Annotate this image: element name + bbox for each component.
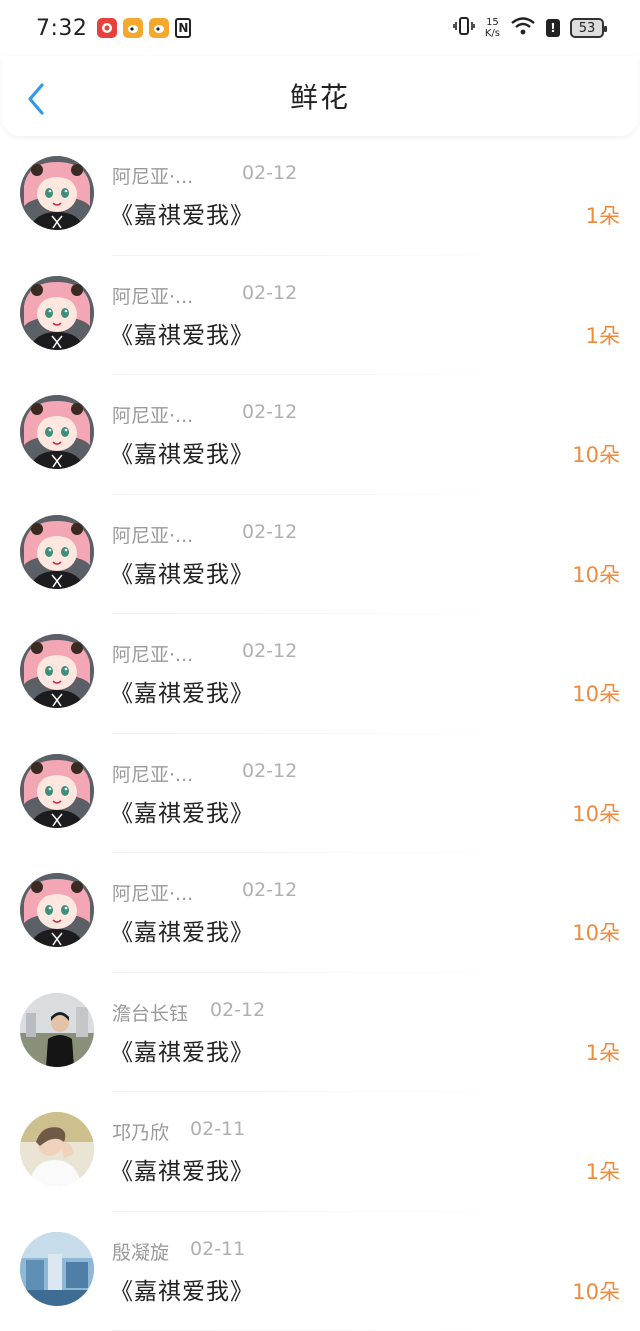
battery-level: 53: [579, 21, 596, 36]
chevron-left-icon: [24, 82, 48, 116]
list-item[interactable]: 阿尼亚·...02-12 《嘉祺爱我》 10朵: [0, 614, 640, 734]
flower-count: 10朵: [572, 798, 620, 828]
sender-name: 阿尼亚·...: [112, 162, 242, 189]
avatar[interactable]: [20, 993, 94, 1067]
gift-title: 《嘉祺爱我》: [110, 674, 254, 708]
back-button[interactable]: [24, 82, 48, 116]
gift-title: 《嘉祺爱我》: [110, 316, 254, 350]
network-speed: 15 K/s: [485, 17, 500, 39]
gift-title: 《嘉祺爱我》: [110, 196, 254, 230]
wifi-icon: [510, 16, 536, 40]
speed-unit: K/s: [485, 28, 500, 39]
gift-title: 《嘉祺爱我》: [110, 1272, 254, 1306]
list-item[interactable]: 殷凝旋02-11 《嘉祺爱我》 10朵: [0, 1212, 640, 1331]
sender-name: 邛乃欣: [112, 1118, 190, 1145]
gift-title: 《嘉祺爱我》: [110, 435, 254, 469]
battery-indicator: 53: [570, 18, 604, 38]
gift-date: 02-11: [190, 1238, 245, 1265]
gift-date: 02-12: [242, 760, 297, 787]
status-time: 7:32: [36, 16, 87, 41]
page-title: 鲜花: [290, 76, 350, 116]
flower-count: 1朵: [586, 1037, 620, 1067]
vibrate-icon: [453, 16, 475, 40]
gift-title: 《嘉祺爱我》: [110, 555, 254, 589]
avatar[interactable]: [20, 276, 94, 350]
gift-date: 02-12: [242, 401, 297, 428]
avatar[interactable]: [20, 395, 94, 469]
gift-title: 《嘉祺爱我》: [110, 913, 254, 947]
list-item[interactable]: 阿尼亚·...02-12 《嘉祺爱我》 1朵: [0, 256, 640, 376]
sender-name: 阿尼亚·...: [112, 282, 242, 309]
list-item[interactable]: 阿尼亚·...02-12 《嘉祺爱我》 1朵: [0, 136, 640, 256]
avatar[interactable]: [20, 873, 94, 947]
list-item[interactable]: 邛乃欣02-11 《嘉祺爱我》 1朵: [0, 1092, 640, 1212]
notification-icons: N: [97, 18, 191, 38]
list-item[interactable]: 澹台长钰02-12 《嘉祺爱我》 1朵: [0, 973, 640, 1093]
gift-date: 02-12: [242, 282, 297, 309]
alert-icon: !: [546, 19, 560, 37]
nfc-icon: N: [175, 18, 191, 38]
avatar[interactable]: [20, 634, 94, 708]
flower-count: 1朵: [586, 200, 620, 230]
gift-title: 《嘉祺爱我》: [110, 794, 254, 828]
flower-count: 10朵: [572, 1276, 620, 1306]
flower-gift-list: 阿尼亚·...02-12 《嘉祺爱我》 1朵 阿尼亚·...02-12 《嘉祺爱…: [0, 136, 640, 1331]
app-notification-icon: [97, 18, 117, 38]
speed-value: 15: [486, 17, 499, 28]
list-item[interactable]: 阿尼亚·...02-12 《嘉祺爱我》 10朵: [0, 495, 640, 615]
nav-bar: 鲜花: [2, 56, 638, 136]
sender-name: 阿尼亚·...: [112, 760, 242, 787]
flower-count: 10朵: [572, 559, 620, 589]
avatar[interactable]: [20, 1232, 94, 1306]
sender-name: 阿尼亚·...: [112, 640, 242, 667]
flower-count: 1朵: [586, 320, 620, 350]
gift-date: 02-12: [242, 521, 297, 548]
gift-date: 02-12: [242, 879, 297, 906]
avatar[interactable]: [20, 1112, 94, 1186]
gift-date: 02-12: [242, 162, 297, 189]
gift-title: 《嘉祺爱我》: [110, 1152, 254, 1186]
weibo-icon: [149, 18, 169, 38]
gift-date: 02-12: [242, 640, 297, 667]
sender-name: 阿尼亚·...: [112, 521, 242, 548]
list-item[interactable]: 阿尼亚·...02-12 《嘉祺爱我》 10朵: [0, 375, 640, 495]
status-right: 15 K/s ! 53: [453, 16, 604, 40]
avatar[interactable]: [20, 515, 94, 589]
list-item[interactable]: 阿尼亚·...02-12 《嘉祺爱我》 10朵: [0, 734, 640, 854]
sender-name: 阿尼亚·...: [112, 879, 242, 906]
sender-name: 殷凝旋: [112, 1238, 190, 1265]
sender-name: 澹台长钰: [112, 999, 210, 1026]
flower-count: 10朵: [572, 678, 620, 708]
avatar[interactable]: [20, 754, 94, 828]
gift-title: 《嘉祺爱我》: [110, 1033, 254, 1067]
status-bar: 7:32 N 15 K/s !: [0, 0, 640, 56]
gift-date: 02-12: [210, 999, 265, 1026]
weibo-icon: [123, 18, 143, 38]
flower-count: 10朵: [572, 439, 620, 469]
sender-name: 阿尼亚·...: [112, 401, 242, 428]
flower-count: 10朵: [572, 917, 620, 947]
avatar[interactable]: [20, 156, 94, 230]
flower-count: 1朵: [586, 1156, 620, 1186]
list-item[interactable]: 阿尼亚·...02-12 《嘉祺爱我》 10朵: [0, 853, 640, 973]
gift-date: 02-11: [190, 1118, 245, 1145]
